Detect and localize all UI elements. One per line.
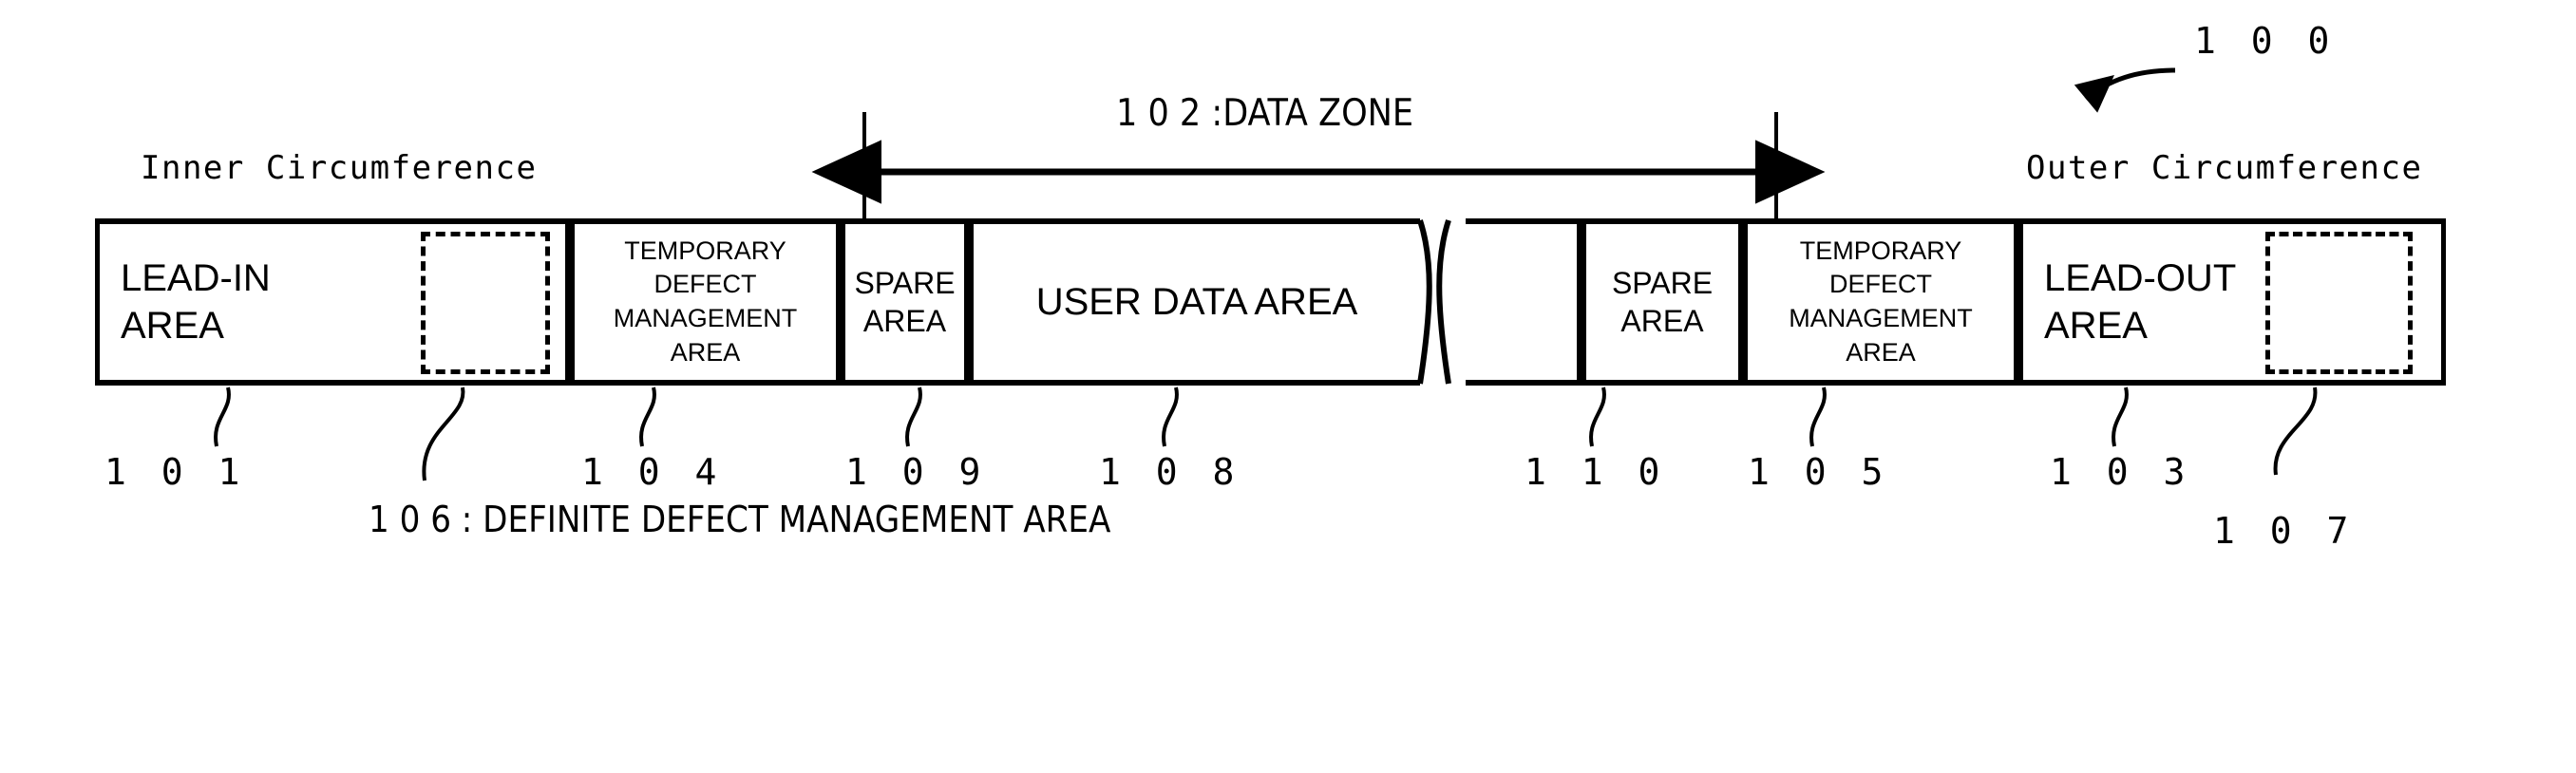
leader-104 xyxy=(639,386,656,447)
reference-leader-lines xyxy=(214,386,2318,481)
temp-line-3: MANAGEMENT xyxy=(613,304,798,332)
leader-110 xyxy=(1589,386,1606,447)
caption-definite-defect-management-area: 1 0 6 : DEFINITE DEFECT MANAGEMENT AREA xyxy=(369,499,1111,540)
leader-101 xyxy=(214,386,231,447)
segment-temp-defect-inner-label: TEMPORARY DEFECT MANAGEMENT AREA xyxy=(614,235,798,370)
data-zone-label: 1 0 2 :DATA ZONE xyxy=(1116,92,1414,135)
leader-107 xyxy=(2273,386,2318,476)
segment-lead-in-label: LEAD-IN AREA xyxy=(121,255,271,349)
ref-101: 1 0 1 xyxy=(104,451,247,493)
segment-temp-defect-outer-label: TEMPORARY DEFECT MANAGEMENT AREA xyxy=(1789,235,1973,370)
dashed-region-definite-defect-mgmt-outer xyxy=(2265,232,2413,374)
temp-line-2: DEFECT xyxy=(653,270,757,299)
lead-in-line-2: AREA xyxy=(121,305,224,347)
ref-105: 1 0 5 xyxy=(1748,451,1890,493)
ref-104: 1 0 4 xyxy=(581,451,724,493)
dashed-region-definite-defect-mgmt-inner xyxy=(421,232,550,374)
leader-106 xyxy=(422,386,465,481)
segment-spare-area-inner: SPARE AREA xyxy=(841,218,969,386)
patent-figure: 1 0 0 Inner Circumference Outer Circumfe… xyxy=(0,0,2576,773)
spare-inner-line-2: AREA xyxy=(862,304,947,338)
segment-spare-area-outer: SPARE AREA xyxy=(1582,218,1743,386)
data-zone-right-tick xyxy=(1774,112,1778,224)
ref-100-leader-arrow xyxy=(2074,67,2176,113)
disc-layout-bar: LEAD-IN AREA TEMPORARY DEFECT MANAGEMENT… xyxy=(95,218,2446,386)
segment-user-data-area: USER DATA AREA xyxy=(969,218,1420,386)
temp-out-line-2: DEFECT xyxy=(1828,270,1932,299)
temp-out-line-3: MANAGEMENT xyxy=(1789,304,1973,332)
segment-temporary-defect-management-inner: TEMPORARY DEFECT MANAGEMENT AREA xyxy=(570,218,841,386)
temp-out-line-4: AREA xyxy=(1846,337,1916,367)
leader-108 xyxy=(1162,386,1179,447)
ref-109: 1 0 9 xyxy=(845,451,988,493)
lead-in-line-1: LEAD-IN xyxy=(121,257,271,299)
temp-line-1: TEMPORARY xyxy=(624,236,786,265)
ref-100: 1 0 0 xyxy=(2194,20,2337,62)
leader-103 xyxy=(2112,386,2129,447)
temp-line-4: AREA xyxy=(670,337,741,367)
ref-107: 1 0 7 xyxy=(2213,510,2356,552)
ref-110: 1 1 0 xyxy=(1525,451,1667,493)
segment-spare-inner-label: SPARE AREA xyxy=(854,264,955,340)
ref-103: 1 0 3 xyxy=(2050,451,2192,493)
segment-spare-outer-label: SPARE AREA xyxy=(1612,264,1713,340)
outer-circumference-label: Outer Circumference xyxy=(2026,149,2423,187)
ref-108: 1 0 8 xyxy=(1099,451,1241,493)
lead-out-line-1: LEAD-OUT xyxy=(2044,257,2237,299)
segment-temporary-defect-management-outer: TEMPORARY DEFECT MANAGEMENT AREA xyxy=(1743,218,2018,386)
temp-out-line-1: TEMPORARY xyxy=(1799,236,1962,265)
data-zone-left-tick xyxy=(862,112,866,224)
segment-lead-out-label: LEAD-OUT AREA xyxy=(2044,255,2236,349)
inner-circumference-label: Inner Circumference xyxy=(141,149,538,187)
segment-user-data-continuation xyxy=(1466,218,1582,386)
spare-inner-line-1: SPARE xyxy=(854,266,956,300)
spare-outer-line-1: SPARE xyxy=(1611,266,1714,300)
segment-user-data-label: USER DATA AREA xyxy=(1035,281,1358,323)
leader-109 xyxy=(905,386,922,447)
spare-outer-line-2: AREA xyxy=(1620,304,1704,338)
leader-105 xyxy=(1809,386,1827,447)
lead-out-line-2: AREA xyxy=(2044,305,2148,347)
